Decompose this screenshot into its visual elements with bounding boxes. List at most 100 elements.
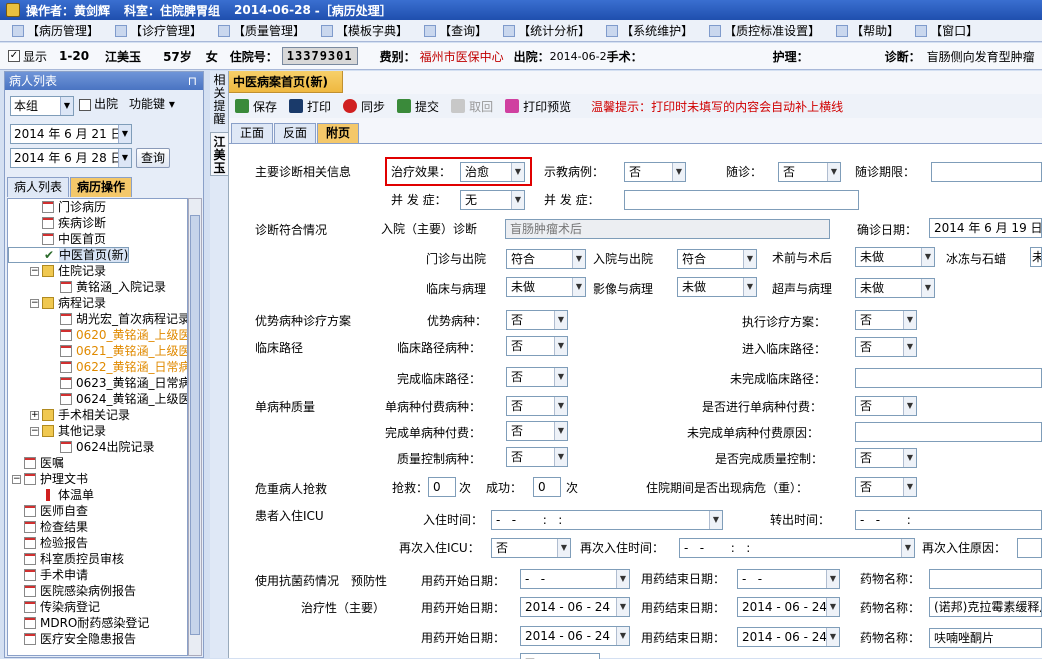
date-from-field[interactable]: 2014 年 6 月 21 日 ▼ bbox=[10, 124, 132, 144]
tree-item[interactable]: 检查结果 bbox=[8, 519, 187, 535]
adv-disease-select[interactable]: 否 ▼ bbox=[506, 310, 568, 330]
scroll-thumb[interactable] bbox=[190, 215, 200, 635]
start-date-field-3[interactable]: 2014 - 06 - 24 ▼ bbox=[520, 626, 630, 646]
document-tab-title[interactable]: 中医病案首页(新) bbox=[229, 71, 343, 93]
reminder-tab[interactable]: 相关提醒 bbox=[210, 71, 229, 126]
withdraw-button[interactable]: 取回 bbox=[451, 98, 493, 115]
expand-icon[interactable]: + bbox=[30, 410, 39, 420]
tab-record-operations[interactable]: 病历操作 bbox=[70, 177, 133, 197]
drug-name-input-3[interactable]: 呋喃唑酮片 bbox=[929, 628, 1042, 648]
save-button[interactable]: 保存 bbox=[235, 98, 277, 115]
enter-cp-select[interactable]: 否 ▼ bbox=[855, 337, 917, 357]
tree-scrollbar[interactable] bbox=[188, 198, 202, 656]
tree-item[interactable]: ✔ 中医首页(新) bbox=[8, 247, 130, 263]
adm-out-select[interactable]: 符合 ▼ bbox=[677, 249, 757, 269]
tree-item[interactable]: 0624_黄铭涵_上级医师查房 bbox=[8, 391, 187, 407]
incomplete-cp-input[interactable] bbox=[855, 368, 1042, 388]
icu-re-reason-input[interactable] bbox=[1017, 538, 1042, 558]
followup-period-input[interactable] bbox=[931, 162, 1042, 182]
single-pay-disease-select[interactable]: 否 ▼ bbox=[506, 396, 568, 416]
tree-item[interactable]: MDRO耐药感染登记 bbox=[8, 615, 187, 631]
tree-item[interactable]: − 其他记录 bbox=[8, 423, 187, 439]
end-date-field-3[interactable]: 2014 - 06 - 24 ▼ bbox=[737, 627, 840, 647]
demo-case-select[interactable]: 否 ▼ bbox=[624, 162, 686, 182]
menu-medical-records[interactable]: 【病历管理】 bbox=[12, 22, 99, 39]
followup-select[interactable]: 否 ▼ bbox=[778, 162, 841, 182]
critical-select[interactable]: 否 ▼ bbox=[855, 477, 917, 497]
tree-item[interactable]: + 手术相关记录 bbox=[8, 407, 187, 423]
menu-window[interactable]: 【窗口】 bbox=[915, 22, 978, 39]
us-path-select[interactable]: 未做 ▼ bbox=[855, 278, 935, 298]
icu-re-time-field[interactable]: - - : : ▼ bbox=[679, 538, 915, 558]
tree-item[interactable]: 医疗安全隐患报告 bbox=[8, 631, 187, 647]
confirm-date-field[interactable]: 2014 年 6 月 19 日 bbox=[929, 218, 1042, 238]
tree-item[interactable]: 体温单 bbox=[8, 487, 187, 503]
icu-in-field[interactable]: - - : : ▼ bbox=[491, 510, 723, 530]
tab-appendix[interactable]: 附页 bbox=[317, 123, 360, 143]
clin-path-select[interactable]: 未做 ▼ bbox=[506, 277, 586, 297]
admission-diagnosis-input[interactable]: 盲肠肿瘤术后 bbox=[505, 219, 830, 239]
complication-input[interactable] bbox=[624, 190, 859, 210]
qc-disease-select[interactable]: 否 ▼ bbox=[506, 447, 568, 467]
submit-button[interactable]: 提交 bbox=[397, 98, 439, 115]
tab-patient-list[interactable]: 病人列表 bbox=[7, 177, 70, 197]
cp-disease-select[interactable]: 否 ▼ bbox=[506, 336, 568, 356]
tree-item[interactable]: 医嘱 bbox=[8, 455, 187, 471]
pin-icon[interactable]: ⊓ bbox=[188, 72, 197, 90]
icu-re-select[interactable]: 否 ▼ bbox=[491, 538, 571, 558]
tree-item[interactable]: − 病程记录 bbox=[8, 295, 187, 311]
collapse-icon[interactable]: − bbox=[30, 298, 39, 308]
menu-query[interactable]: 【查询】 bbox=[424, 22, 487, 39]
tree-item[interactable]: 检验报告 bbox=[8, 535, 187, 551]
start-date-field-1[interactable]: - - ▼ bbox=[520, 569, 630, 589]
collapse-icon[interactable]: − bbox=[30, 266, 39, 276]
function-key-button[interactable]: 功能键 ▾ bbox=[129, 94, 175, 114]
tree-item[interactable]: 科室质控员审核 bbox=[8, 551, 187, 567]
group-select[interactable]: 本组 ▼ bbox=[10, 96, 74, 116]
tree-item[interactable]: − 护理文书 bbox=[8, 471, 187, 487]
pre-post-select[interactable]: 未做 ▼ bbox=[855, 247, 935, 267]
op-out-select[interactable]: 符合 ▼ bbox=[506, 249, 586, 269]
tree-item[interactable]: 中医首页 bbox=[8, 231, 187, 247]
date-to-field[interactable]: 2014 年 6 月 28 日 ▼ bbox=[10, 148, 132, 168]
collapse-icon[interactable]: − bbox=[12, 474, 21, 484]
tree-item[interactable]: 0620_黄铭涵_上级医师查房 bbox=[8, 327, 187, 343]
tree-item[interactable]: 0623_黄铭涵_日常病程 bbox=[8, 375, 187, 391]
exec-plan-select[interactable]: 否 ▼ bbox=[855, 310, 917, 330]
end-date-field-1[interactable]: - - ▼ bbox=[737, 569, 840, 589]
tree-item[interactable]: 胡光宏_首次病程记录 bbox=[8, 311, 187, 327]
icu-out-field[interactable]: - - : bbox=[855, 510, 1042, 530]
complete-cp-select[interactable]: 否 ▼ bbox=[506, 367, 568, 387]
complete-single-select[interactable]: 否 ▼ bbox=[506, 421, 568, 441]
tree-item[interactable]: 医师自查 bbox=[8, 503, 187, 519]
tree-item[interactable]: 手术申请 bbox=[8, 567, 187, 583]
patient-tab[interactable]: 江美玉 bbox=[210, 132, 229, 176]
menu-diagnosis[interactable]: 【诊疗管理】 bbox=[115, 22, 202, 39]
frozen-select[interactable]: 未 bbox=[1030, 247, 1042, 267]
img-path-select[interactable]: 未做 ▼ bbox=[677, 277, 757, 297]
tree-item[interactable]: 门诊病历 bbox=[8, 199, 187, 215]
collapse-icon[interactable]: − bbox=[30, 426, 39, 436]
rescue-count-input[interactable]: 0 bbox=[428, 477, 456, 497]
complete-qc-select[interactable]: 否 ▼ bbox=[855, 448, 917, 468]
print-button[interactable]: 打印 bbox=[289, 98, 331, 115]
menu-qc-standard[interactable]: 【质控标准设置】 bbox=[709, 22, 820, 39]
menu-help[interactable]: 【帮助】 bbox=[836, 22, 899, 39]
menu-templates[interactable]: 【模板字典】 bbox=[321, 22, 408, 39]
tree-item[interactable]: 疾病诊断 bbox=[8, 215, 187, 231]
tree-item[interactable]: 黄铭涵_入院记录 bbox=[8, 279, 187, 295]
complication-select[interactable]: 无 ▼ bbox=[460, 190, 525, 210]
success-count-input[interactable]: 0 bbox=[533, 477, 561, 497]
menu-quality[interactable]: 【质量管理】 bbox=[218, 22, 305, 39]
tree-item[interactable]: 0624出院记录 bbox=[8, 439, 187, 455]
menu-system[interactable]: 【系统维护】 bbox=[606, 22, 693, 39]
drug-name-input-2[interactable]: (诺邦)克拉霉素缓释片 bbox=[929, 597, 1042, 617]
tree-item[interactable]: 传染病登记 bbox=[8, 599, 187, 615]
display-checkbox[interactable]: ✓ bbox=[8, 50, 20, 62]
tree-item[interactable]: 0621_黄铭涵_上级医师查房 bbox=[8, 343, 187, 359]
drug-name-input-1[interactable] bbox=[929, 569, 1042, 589]
tree-item[interactable]: − 住院记录 bbox=[8, 263, 187, 279]
tab-back[interactable]: 反面 bbox=[274, 123, 317, 143]
tab-front[interactable]: 正面 bbox=[231, 123, 274, 143]
partial-select[interactable]: 否 bbox=[520, 653, 600, 659]
